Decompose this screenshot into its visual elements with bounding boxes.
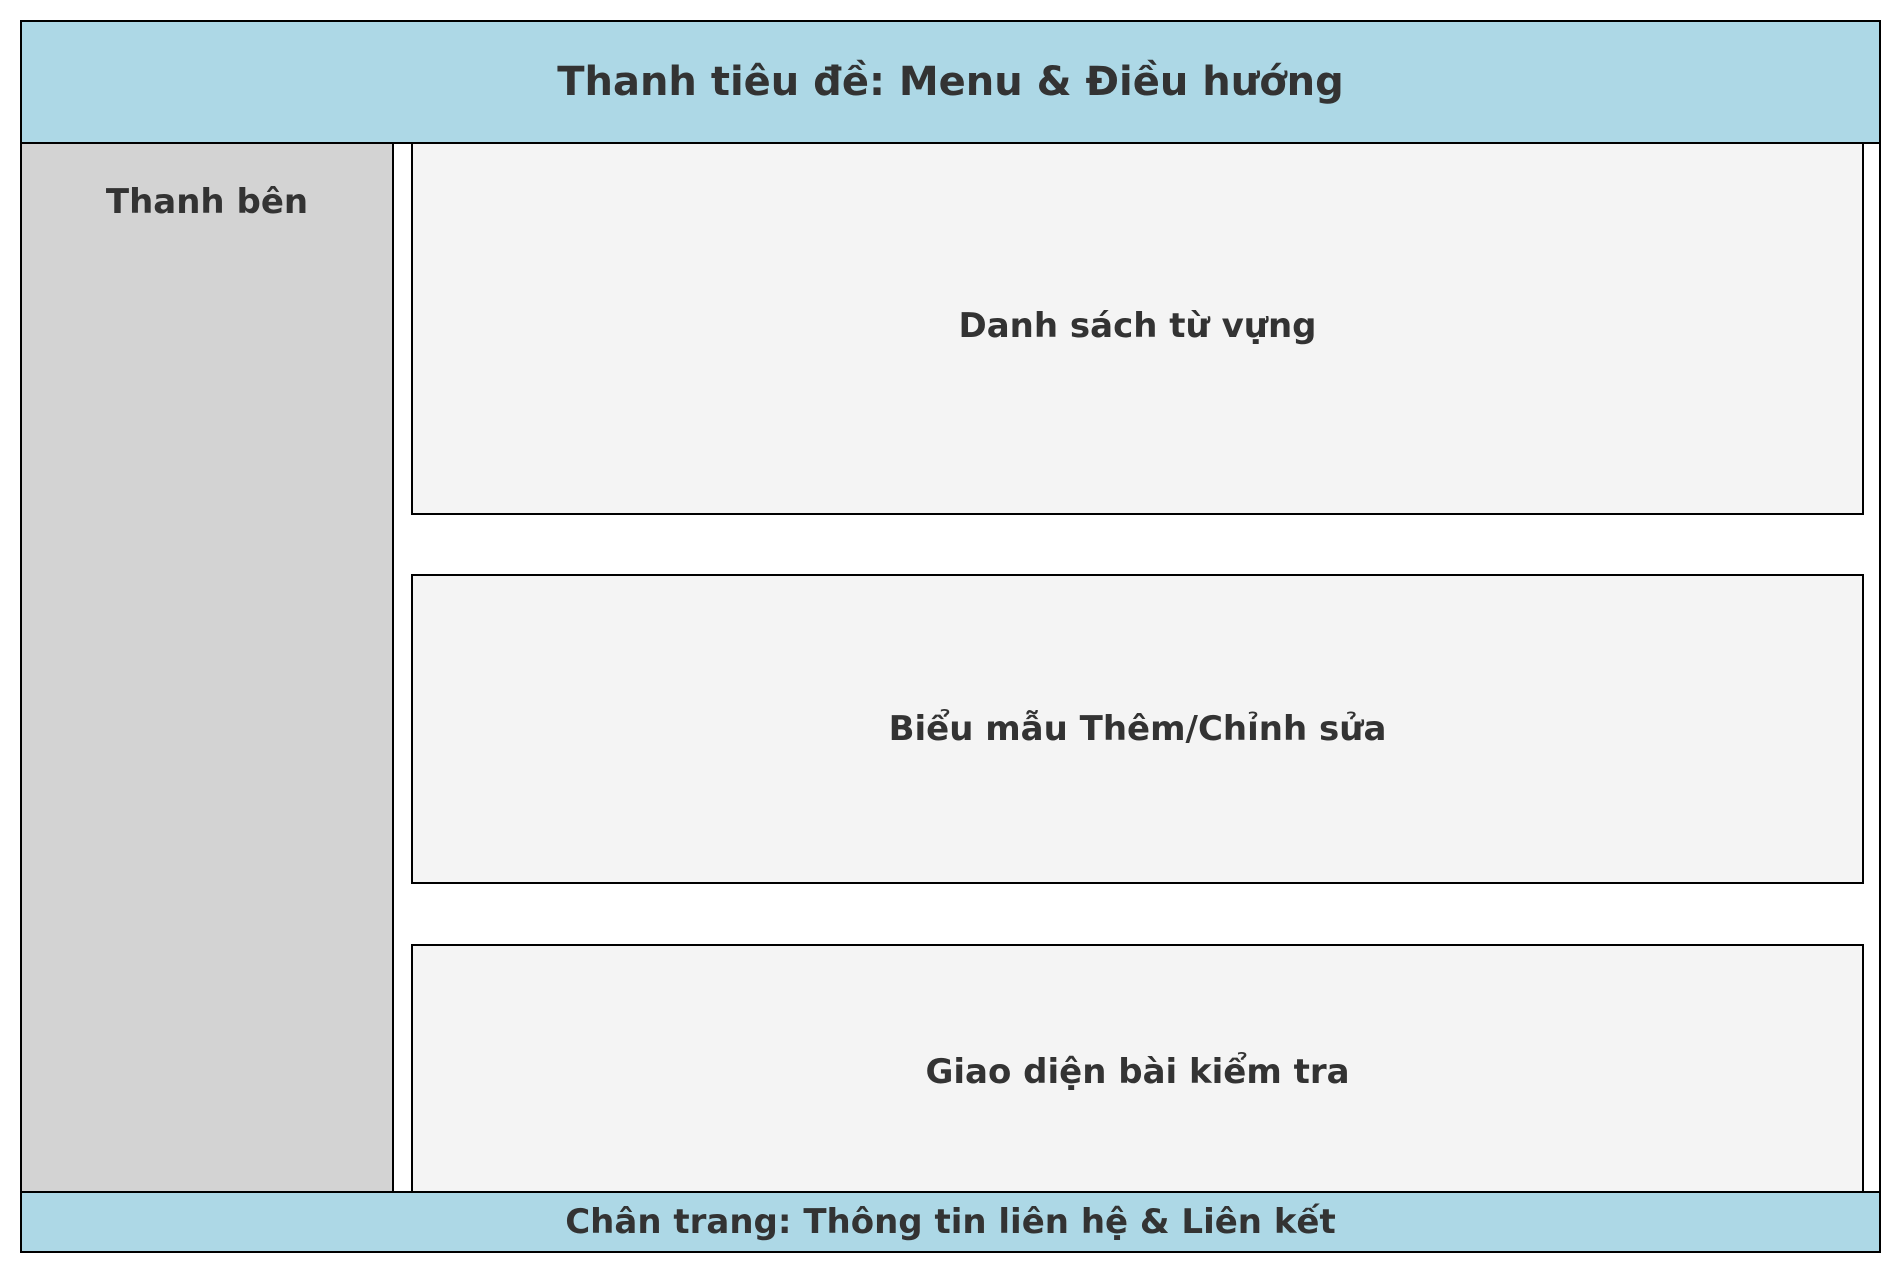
header-bar: Thanh tiêu đề: Menu & Điều hướng: [20, 20, 1881, 144]
sidebar: Thanh bên: [20, 142, 394, 1194]
vocabulary-list-label: Danh sách từ vựng: [958, 305, 1317, 346]
add-edit-form-panel: Biểu mẫu Thêm/Chỉnh sửa: [411, 574, 1864, 884]
quiz-interface-label: Giao diện bài kiểm tra: [925, 1052, 1350, 1092]
quiz-interface-panel: Giao diện bài kiểm tra: [411, 944, 1864, 1194]
footer-text: Chân trang: Thông tin liên hệ & Liên kết: [565, 1202, 1336, 1242]
header-title: Thanh tiêu đề: Menu & Điều hướng: [557, 59, 1344, 105]
add-edit-form-label: Biểu mẫu Thêm/Chỉnh sửa: [888, 709, 1387, 749]
vocabulary-list-panel: Danh sách từ vựng: [411, 136, 1864, 515]
sidebar-title: Thanh bên: [105, 182, 309, 222]
footer-bar: Chân trang: Thông tin liên hệ & Liên kết: [20, 1191, 1881, 1253]
